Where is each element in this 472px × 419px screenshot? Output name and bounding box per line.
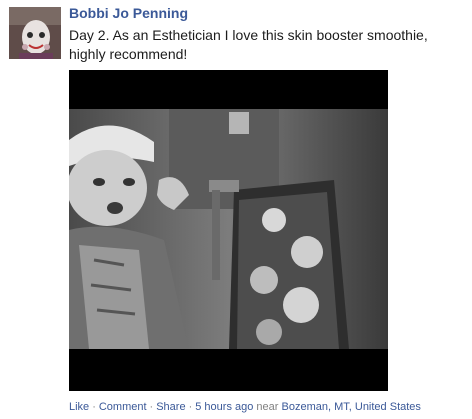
separator: · bbox=[92, 401, 96, 413]
location-link[interactable]: Bozeman, MT, United States bbox=[282, 401, 421, 413]
author-avatar[interactable] bbox=[9, 7, 61, 59]
author-name-link[interactable]: Bobbi Jo Penning bbox=[69, 5, 188, 21]
like-link[interactable]: Like bbox=[69, 401, 89, 413]
comment-link[interactable]: Comment bbox=[99, 401, 147, 413]
location-prefix: near bbox=[256, 401, 279, 413]
post-photo[interactable] bbox=[69, 70, 388, 391]
post-message: Day 2. As an Esthetician I love this ski… bbox=[69, 27, 428, 62]
post-actions-bar: Like · Comment · Share · 5 hours ago near Boze… bbox=[69, 401, 421, 413]
separator: · bbox=[188, 401, 193, 413]
separator: · bbox=[149, 401, 154, 413]
timestamp-link[interactable]: 5 hours ago bbox=[195, 401, 253, 413]
photo-image bbox=[69, 70, 388, 391]
share-link[interactable]: Share bbox=[156, 401, 185, 413]
